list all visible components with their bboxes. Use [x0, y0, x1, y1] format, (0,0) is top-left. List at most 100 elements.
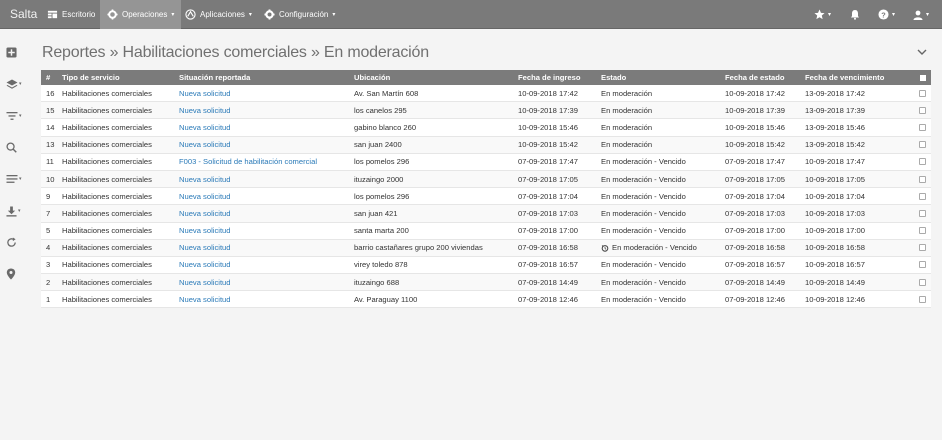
select-all-checkbox[interactable]: [920, 70, 926, 85]
cell-num: 13: [46, 140, 55, 150]
row-checkbox[interactable]: [919, 137, 926, 153]
refresh-button[interactable]: [6, 233, 28, 251]
row-checkbox[interactable]: [919, 154, 926, 170]
add-icon: [6, 46, 17, 58]
cell-tipo: Habilitaciones comerciales: [62, 122, 152, 132]
nav-aplicaciones[interactable]: Aplicaciones ▾: [178, 0, 259, 29]
situacion-link[interactable]: Nueva solicitud: [179, 291, 231, 307]
svg-text:?: ?: [881, 10, 886, 19]
list-icon: [6, 175, 18, 183]
nav-configuracion-label: Configuración: [279, 10, 329, 19]
row-checkbox[interactable]: [919, 223, 926, 239]
columns-button[interactable]: ▾: [6, 170, 28, 188]
favorites-menu[interactable]: ▾: [814, 0, 831, 29]
situacion-link[interactable]: Nueva solicitud: [179, 119, 231, 135]
situacion-link[interactable]: Nueva solicitud: [179, 188, 231, 204]
filter-icon: [6, 112, 18, 120]
table-row[interactable]: 13 Habilitaciones comerciales Nueva solici…: [41, 136, 931, 154]
chevron-down-icon: ▾: [248, 12, 252, 18]
table-row[interactable]: 9 Habilitaciones comerciales Nueva solicit…: [41, 188, 931, 206]
user-menu[interactable]: ▾: [913, 0, 929, 29]
cell-fecha-estado: 07-09-2018 16:58: [725, 243, 785, 253]
nav-operaciones[interactable]: Operaciones ▾: [100, 0, 182, 29]
cell-vencimiento: 13-09-2018 15:46: [805, 122, 865, 132]
table-row[interactable]: 7 Habilitaciones comerciales Nueva solicit…: [41, 205, 931, 223]
situacion-link[interactable]: Nueva solicitud: [179, 257, 231, 273]
situacion-link[interactable]: Nueva solicitud: [179, 137, 231, 153]
situacion-link[interactable]: Nueva solicitud: [179, 223, 231, 239]
cell-ubicacion: barrio castañares grupo 200 viviendas: [354, 243, 483, 253]
cell-num: 14: [46, 122, 55, 132]
header-ubicacion[interactable]: Ubicación: [354, 70, 390, 85]
cell-ubicacion: Av. Paraguay 1100: [354, 294, 418, 304]
situacion-link[interactable]: Nueva solicitud: [179, 171, 231, 187]
cell-estado: En moderación - Vencido: [601, 191, 686, 201]
cell-vencimiento: 13-09-2018 17:42: [805, 88, 865, 98]
left-toolbar: ▾ ▾ ▾ ▾: [0, 29, 30, 440]
table-row[interactable]: 15 Habilitaciones comerciales Nueva solici…: [41, 102, 931, 120]
table-row[interactable]: 16 Habilitaciones comerciales Nueva solici…: [41, 85, 931, 103]
header-vencimiento[interactable]: Fecha de vencimiento: [805, 70, 884, 85]
cell-ubicacion: los pomelos 296: [354, 191, 410, 201]
situacion-link[interactable]: Nueva solicitud: [179, 240, 231, 256]
nav-escritorio[interactable]: Escritorio: [40, 0, 102, 29]
export-button[interactable]: ▾: [6, 202, 28, 220]
add-button[interactable]: [6, 43, 28, 61]
row-checkbox[interactable]: [919, 102, 926, 118]
header-tipo[interactable]: Tipo de servicio: [62, 70, 120, 85]
header-estado[interactable]: Estado: [601, 70, 626, 85]
cell-vencimiento: 10-09-2018 16:57: [805, 260, 865, 270]
cell-ubicacion: Av. San Martín 608: [354, 88, 419, 98]
cell-estado: En moderación - Vencido: [601, 208, 686, 218]
table-row[interactable]: 3 Habilitaciones comerciales Nueva solicit…: [41, 257, 931, 275]
help-menu[interactable]: ? ▾: [878, 0, 895, 29]
row-checkbox[interactable]: [919, 119, 926, 135]
situacion-link[interactable]: Nueva solicitud: [179, 85, 231, 101]
nav-escritorio-label: Escritorio: [62, 10, 96, 19]
cell-num: 2: [46, 277, 51, 287]
notifications-button[interactable]: [850, 0, 860, 29]
header-ingreso[interactable]: Fecha de ingreso: [518, 70, 580, 85]
cell-ingreso: 07-09-2018 17:03: [518, 208, 578, 218]
cell-tipo: Habilitaciones comerciales: [62, 88, 152, 98]
cell-tipo: Habilitaciones comerciales: [62, 174, 152, 184]
cell-num: 4: [46, 243, 51, 253]
table-row[interactable]: 14 Habilitaciones comerciales Nueva solici…: [41, 119, 931, 137]
header-situacion[interactable]: Situación reportada: [179, 70, 250, 85]
situacion-link[interactable]: Nueva solicitud: [179, 205, 231, 221]
situacion-link[interactable]: Nueva solicitud: [179, 274, 231, 290]
table-row[interactable]: 2 Habilitaciones comerciales Nueva solicit…: [41, 274, 931, 292]
nav-configuracion[interactable]: Configuración ▾: [257, 0, 342, 29]
layers-button[interactable]: ▾: [6, 75, 28, 93]
checkbox-box: [919, 295, 926, 303]
situacion-link[interactable]: Nueva solicitud: [179, 102, 231, 118]
user-icon: [913, 10, 923, 20]
header-num[interactable]: #: [46, 70, 50, 85]
cell-tipo: Habilitaciones comerciales: [62, 277, 152, 287]
situacion-link[interactable]: F003 - Solicitud de habilitación comerci…: [179, 154, 317, 170]
row-checkbox[interactable]: [919, 188, 926, 204]
brand-label[interactable]: Salta: [10, 7, 37, 21]
row-checkbox[interactable]: [919, 291, 926, 307]
row-checkbox[interactable]: [919, 257, 926, 273]
row-checkbox[interactable]: [919, 240, 926, 256]
map-button[interactable]: [6, 265, 28, 283]
row-checkbox[interactable]: [919, 85, 926, 101]
cell-num: 15: [46, 105, 55, 115]
cell-estado: En moderación - Vencido: [601, 260, 686, 270]
row-checkbox[interactable]: [919, 171, 926, 187]
filter-button[interactable]: ▾: [6, 107, 28, 125]
cell-fecha-estado: 07-09-2018 16:57: [725, 260, 785, 270]
table-row[interactable]: 11 Habilitaciones comerciales F003 - Solic…: [41, 154, 931, 171]
cell-tipo: Habilitaciones comerciales: [62, 191, 152, 201]
search-button[interactable]: [6, 138, 28, 156]
table-row[interactable]: 10 Habilitaciones comerciales Nueva solici…: [41, 170, 931, 189]
cell-tipo: Habilitaciones comerciales: [62, 105, 152, 115]
row-checkbox[interactable]: [919, 274, 926, 290]
table-row[interactable]: 4 Habilitaciones comerciales Nueva solicit…: [41, 239, 931, 257]
table-row[interactable]: 5 Habilitaciones comerciales Nueva solicit…: [41, 223, 931, 240]
table-row[interactable]: 1 Habilitaciones comerciales Nueva solicit…: [41, 291, 931, 309]
collapse-button[interactable]: [917, 48, 929, 58]
row-checkbox[interactable]: [919, 205, 926, 221]
header-fecha-estado[interactable]: Fecha de estado: [725, 70, 785, 85]
